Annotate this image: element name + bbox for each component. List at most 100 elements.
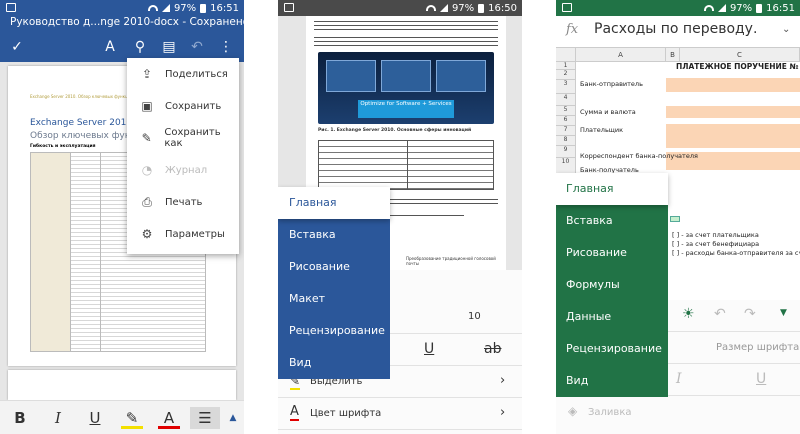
status-time: 16:51 [766,2,795,14]
menu-item-print[interactable]: ⎙ Печать [127,186,239,218]
underline-icon[interactable]: U [756,371,766,387]
excel-ribbon-screen: 97% 16:51 fx Расходы по переводу. ⌄ A B … [556,0,800,434]
figure-caption: Рис. 1. Exchange Server 2010. Основные с… [318,128,472,133]
row-header[interactable]: 4 [556,94,576,106]
format-toolbar: B I U ✎ A ☰ ▲ [0,400,244,434]
signal-icon [161,4,170,12]
comment-marker-icon [670,216,680,222]
tab-review[interactable]: Рецензирование [278,315,390,347]
print-icon: ⎙ [142,195,152,209]
function-icon[interactable]: fx [566,22,578,37]
cell-sender-bank[interactable]: Банк-отправитель [580,80,643,88]
bullets-icon[interactable]: ☰ [190,407,220,429]
tab-review[interactable]: Рецензирование [556,333,668,365]
highlight-icon[interactable]: ✎ [121,407,143,429]
search-icon[interactable]: ⚲ [131,38,149,56]
font-color-row[interactable]: A Цвет шрифта › [278,398,522,430]
underline-button[interactable]: U [84,407,106,429]
lightbulb-icon[interactable]: ☀ [682,306,695,322]
underline-button[interactable]: U [424,341,434,357]
menu-item-save[interactable]: ▣ Сохранить [127,90,239,122]
row-header[interactable]: 2 [556,70,576,80]
column-header[interactable]: C [680,48,800,62]
tab-formulas[interactable]: Формулы [556,269,668,301]
battery-icon [478,3,485,13]
tab-home[interactable]: Главная [278,187,390,219]
row-header[interactable]: 8 [556,136,576,146]
status-time: 16:51 [210,2,239,14]
signal-icon [717,4,726,12]
tab-insert[interactable]: Вставка [278,219,390,251]
cell-amount[interactable]: Сумма и валюта [580,108,636,116]
section-heading: Гибкость и эксплуатация [30,144,96,149]
tab-layout[interactable]: Макет [278,283,390,315]
expand-ribbon-icon[interactable]: ▲ [222,407,244,429]
fill-bucket-icon: ◈ [568,404,578,418]
cell-payer[interactable]: Плательщик [580,126,623,134]
notification-icon [6,3,16,12]
sheet-title: ПЛАТЕЖНОЕ ПОРУЧЕНИЕ № [676,62,799,71]
fill-row[interactable]: ◈ Заливка [556,396,800,428]
italic-button[interactable]: I [47,407,69,429]
row-header[interactable]: 10 [556,158,576,174]
italic-icon[interactable]: I [676,371,682,387]
file-menu: ⇪ Поделиться ▣ Сохранить ✎ Сохранить как… [127,58,239,254]
option-sender-bank[interactable]: [ ] - расходы банка-отправителя за счет … [670,249,800,257]
font-color-button[interactable]: A [158,407,180,429]
row-header[interactable]: 6 [556,116,576,126]
wifi-icon [703,5,714,11]
document-page-next [8,370,236,400]
ribbon-tab-menu: Главная Вставка Рисование Формулы Данные… [556,173,668,397]
row-header[interactable]: 3 [556,80,576,94]
chevron-down-icon[interactable]: ⌄ [782,24,790,35]
cell-correspondent[interactable]: Корреспондент банка-получателя [580,152,698,160]
save-as-icon: ✎ [141,131,152,145]
notification-icon [562,3,572,12]
document-title: Руководство д...nge 2010-docx - Сохранен… [10,16,244,28]
share-icon: ⇪ [141,67,153,81]
tab-view[interactable]: Вид [278,347,390,379]
notification-icon [284,3,294,12]
column-header[interactable]: B [666,48,680,62]
tab-home[interactable]: Главная [556,173,668,205]
tab-insert[interactable]: Вставка [556,205,668,237]
word-app-bar: Руководство д...nge 2010-docx - Сохранен… [0,16,244,62]
status-bar: 97% 16:51 [0,0,244,16]
chevron-right-icon: › [500,405,506,420]
page-header: Exchange Server 2010. Обзор ключевых фун… [30,94,133,99]
formula-bar[interactable]: fx Расходы по переводу. ⌄ [556,16,800,48]
option-beneficiary[interactable]: [ ] - за счет бенефициара [670,240,762,248]
redo-icon[interactable]: ↷ [744,306,756,322]
undo-icon[interactable]: ↶ [714,306,726,322]
tab-data[interactable]: Данные [556,301,668,333]
signal-icon [439,4,448,12]
row-header[interactable]: 7 [556,126,576,136]
font-size-value: 10 [468,311,481,322]
ribbon-tab-menu: Главная Вставка Рисование Макет Рецензир… [278,187,390,379]
status-bar: 97% 16:51 [556,0,800,16]
history-icon: ◔ [141,163,153,177]
collapse-ribbon-icon[interactable]: ▼ [780,308,787,318]
wifi-icon [425,5,436,11]
status-time: 16:50 [488,2,517,14]
undo-icon[interactable]: ↶ [188,38,206,56]
checkmark-icon[interactable]: ✓ [8,38,26,56]
menu-item-share[interactable]: ⇪ Поделиться [127,58,239,90]
more-options-icon[interactable]: ⋮ [217,38,235,56]
tab-draw[interactable]: Рисование [278,251,390,283]
tab-draw[interactable]: Рисование [556,237,668,269]
column-header[interactable]: A [576,48,666,62]
row-header[interactable]: 9 [556,146,576,158]
tab-view[interactable]: Вид [556,365,668,397]
save-icon: ▣ [141,99,153,113]
option-payer[interactable]: [ ] - за счет плательщика [670,231,761,239]
format-text-icon[interactable]: A [101,38,119,56]
strikethrough-button[interactable]: ab [484,341,501,357]
row-header[interactable]: 1 [556,62,576,70]
menu-item-settings[interactable]: ⚙ Параметры [127,218,239,250]
bold-button[interactable]: B [9,407,31,429]
row-header[interactable]: 5 [556,106,576,116]
font-size-placeholder: Размер шрифта [716,342,800,353]
reading-view-icon[interactable]: ▤ [160,38,178,56]
menu-item-save-as[interactable]: ✎ Сохранить как [127,122,239,154]
